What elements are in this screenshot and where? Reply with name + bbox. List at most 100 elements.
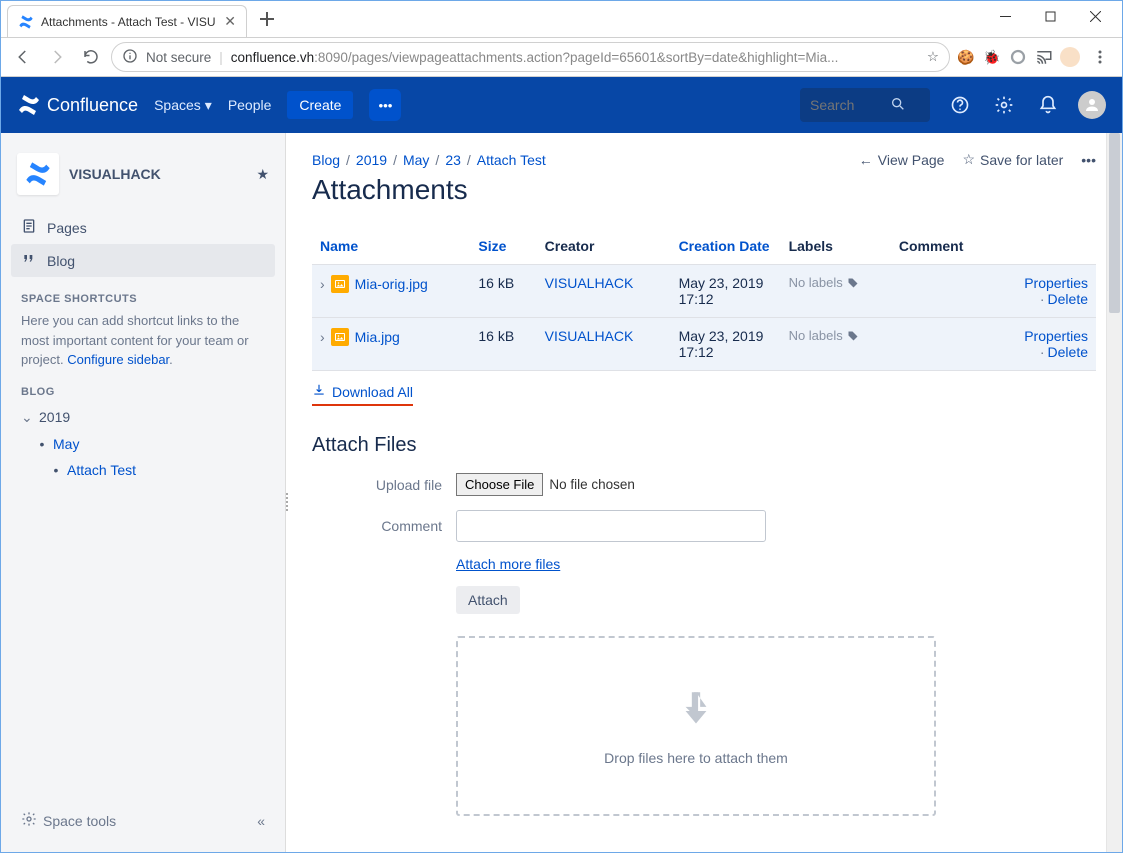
chevron-right-icon[interactable]: › bbox=[320, 329, 325, 345]
delete-link[interactable]: Delete bbox=[1048, 291, 1088, 307]
browser-address-bar: Not secure | confluence.vh:8090/pages/vi… bbox=[1, 37, 1122, 77]
properties-link[interactable]: Properties bbox=[1024, 275, 1088, 291]
view-page-link[interactable]: ←View Page bbox=[859, 152, 945, 168]
creation-date: May 23, 2019 17:12 bbox=[671, 318, 781, 371]
no-file-text: No file chosen bbox=[549, 477, 635, 492]
creator-link[interactable]: VISUALHACK bbox=[545, 328, 634, 344]
extension-circle-icon[interactable] bbox=[1008, 47, 1028, 67]
sidebar-item-blog[interactable]: Blog bbox=[11, 244, 275, 277]
table-row: › Mia.jpg 16 kB VISUALHACK May 23, 2019 1… bbox=[312, 318, 1096, 371]
star-icon[interactable]: ☆ bbox=[927, 49, 939, 65]
col-labels: Labels bbox=[781, 228, 891, 265]
crumb-blog[interactable]: Blog bbox=[312, 152, 340, 168]
confluence-logo[interactable]: Confluence bbox=[17, 93, 138, 117]
col-name[interactable]: Name bbox=[312, 228, 470, 265]
space-tools-button[interactable]: Space tools bbox=[21, 811, 116, 830]
breadcrumb: Blog/ 2019/ May/ 23/ Attach Test bbox=[312, 152, 546, 168]
gear-icon[interactable] bbox=[990, 95, 1018, 115]
quote-icon bbox=[21, 251, 37, 270]
download-arrow-icon bbox=[671, 686, 721, 736]
collapse-sidebar-icon[interactable]: « bbox=[257, 813, 265, 829]
browser-tab[interactable]: Attachments - Attach Test - VISU ✕ bbox=[7, 5, 247, 37]
properties-link[interactable]: Properties bbox=[1024, 328, 1088, 344]
crumb-day[interactable]: 23 bbox=[445, 152, 461, 168]
create-button[interactable]: Create bbox=[287, 91, 353, 119]
confluence-favicon-icon bbox=[18, 14, 34, 30]
image-file-icon bbox=[331, 328, 349, 346]
file-size: 16 kB bbox=[470, 318, 536, 371]
page-icon bbox=[21, 218, 37, 237]
tab-close-icon[interactable]: ✕ bbox=[224, 13, 236, 30]
vertical-scrollbar[interactable] bbox=[1106, 133, 1122, 852]
col-size[interactable]: Size bbox=[470, 228, 536, 265]
profile-avatar-icon[interactable] bbox=[1060, 47, 1080, 67]
tree-page[interactable]: •Attach Test bbox=[49, 457, 275, 483]
nav-back-button[interactable] bbox=[9, 43, 37, 71]
file-size: 16 kB bbox=[470, 265, 536, 318]
user-avatar[interactable] bbox=[1078, 91, 1106, 119]
confluence-topnav: Confluence Spaces ▾ People Create ••• bbox=[1, 77, 1122, 133]
browser-tab-title: Attachments - Attach Test - VISU bbox=[41, 15, 217, 29]
shortcuts-heading: SPACE SHORTCUTS bbox=[11, 277, 275, 311]
nav-spaces[interactable]: Spaces ▾ bbox=[154, 97, 212, 114]
tree-month[interactable]: •May bbox=[35, 431, 275, 457]
download-icon bbox=[312, 383, 326, 400]
creator-link[interactable]: VISUALHACK bbox=[545, 275, 634, 291]
nav-forward-button[interactable] bbox=[43, 43, 71, 71]
blog-heading: BLOG bbox=[11, 370, 275, 404]
sidebar-item-pages[interactable]: Pages bbox=[11, 211, 275, 244]
main-content: Blog/ 2019/ May/ 23/ Attach Test ←View P… bbox=[286, 133, 1122, 852]
attach-button[interactable]: Attach bbox=[456, 586, 520, 614]
nav-people[interactable]: People bbox=[228, 97, 272, 113]
search-input[interactable] bbox=[810, 97, 890, 113]
comment-input[interactable] bbox=[456, 510, 766, 542]
back-arrow-icon: ← bbox=[859, 152, 873, 168]
help-icon[interactable] bbox=[946, 95, 974, 115]
file-dropzone[interactable]: Drop files here to attach them bbox=[456, 636, 936, 816]
chevron-down-icon: ▾ bbox=[205, 97, 212, 114]
attach-more-link[interactable]: Attach more files bbox=[456, 556, 560, 572]
save-later-link[interactable]: ☆Save for later bbox=[962, 151, 1063, 168]
crumb-year[interactable]: 2019 bbox=[356, 152, 387, 168]
chevron-right-icon[interactable]: › bbox=[320, 276, 325, 292]
labels-cell[interactable]: No labels bbox=[789, 328, 883, 343]
cast-icon[interactable] bbox=[1034, 47, 1054, 67]
nav-reload-button[interactable] bbox=[77, 43, 105, 71]
space-logo-icon bbox=[17, 153, 59, 195]
create-more-button[interactable]: ••• bbox=[369, 89, 401, 121]
download-all-link[interactable]: Download All bbox=[312, 383, 413, 406]
info-icon bbox=[122, 48, 138, 67]
delete-link[interactable]: Delete bbox=[1048, 344, 1088, 360]
browser-menu-button[interactable] bbox=[1086, 43, 1114, 71]
col-date[interactable]: Creation Date bbox=[671, 228, 781, 265]
configure-sidebar-link[interactable]: Configure sidebar bbox=[67, 352, 169, 367]
tree-year[interactable]: ⌄2019 bbox=[21, 404, 275, 431]
file-name-link[interactable]: Mia.jpg bbox=[355, 329, 400, 345]
file-name-link[interactable]: Mia-orig.jpg bbox=[355, 276, 428, 292]
shortcuts-help-text: Here you can add shortcut links to the m… bbox=[11, 311, 275, 370]
space-name[interactable]: VISUALHACK bbox=[69, 166, 246, 182]
favorite-star-icon[interactable]: ★ bbox=[256, 166, 269, 183]
crumb-month[interactable]: May bbox=[403, 152, 429, 168]
more-actions-button[interactable]: ••• bbox=[1081, 152, 1096, 168]
address-omnibox[interactable]: Not secure | confluence.vh:8090/pages/vi… bbox=[111, 42, 950, 72]
table-row: ›Mia-orig.jpg 16 kB VISUALHACK May 23, 2… bbox=[312, 265, 1096, 318]
security-label: Not secure bbox=[146, 50, 211, 65]
labels-cell[interactable]: No labels bbox=[789, 275, 883, 290]
choose-file-button[interactable]: Choose File bbox=[456, 473, 543, 496]
notification-icon[interactable] bbox=[1034, 95, 1062, 115]
crumb-page[interactable]: Attach Test bbox=[477, 152, 546, 168]
browser-tabstrip: Attachments - Attach Test - VISU ✕ bbox=[1, 1, 1122, 37]
extension-bug-icon[interactable]: 🐞 bbox=[982, 47, 1002, 67]
space-sidebar: VISUALHACK ★ Pages Blog SPACE SHORTCUTS … bbox=[1, 133, 286, 852]
search-icon bbox=[890, 96, 906, 115]
search-box[interactable] bbox=[800, 88, 930, 122]
upload-file-label: Upload file bbox=[312, 477, 442, 493]
new-tab-button[interactable] bbox=[253, 5, 281, 33]
chevron-down-icon: ⌄ bbox=[21, 409, 35, 426]
star-outline-icon: ☆ bbox=[962, 151, 975, 168]
extension-cookie-icon[interactable]: 🍪 bbox=[956, 47, 976, 67]
url-text: confluence.vh:8090/pages/viewpageattachm… bbox=[231, 50, 839, 65]
col-comment: Comment bbox=[891, 228, 994, 265]
attachments-table: Name Size Creator Creation Date Labels C… bbox=[312, 228, 1096, 371]
